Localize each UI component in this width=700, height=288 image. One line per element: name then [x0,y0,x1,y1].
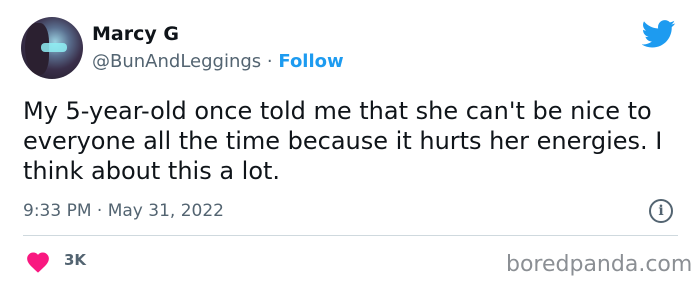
author-handle[interactable]: @BunAndLeggings [92,51,261,72]
timestamp-separator: · [96,201,103,221]
divider [23,235,678,236]
handle-separator: · [266,51,273,72]
info-icon[interactable]: i [649,199,673,223]
like-count[interactable]: 3K [64,251,86,269]
tweet-time: 9:33 PM [23,201,92,221]
tweet-card: Marcy G @BunAndLeggings · Follow My 5-ye… [0,0,700,288]
author-handle-row: @BunAndLeggings · Follow [92,51,344,72]
avatar-glasses [41,43,67,52]
author-display-name[interactable]: Marcy G [92,23,179,45]
tweet-date: May 31, 2022 [107,201,224,221]
heart-icon[interactable] [25,250,51,273]
follow-button[interactable]: Follow [278,51,343,72]
avatar[interactable] [21,17,83,79]
tweet-text: My 5-year-old once told me that she can'… [23,97,663,185]
watermark: boredpanda.com [506,252,693,277]
tweet-timestamp[interactable]: 9:33 PM · May 31, 2022 [23,201,224,221]
twitter-bird-icon[interactable] [642,20,676,48]
